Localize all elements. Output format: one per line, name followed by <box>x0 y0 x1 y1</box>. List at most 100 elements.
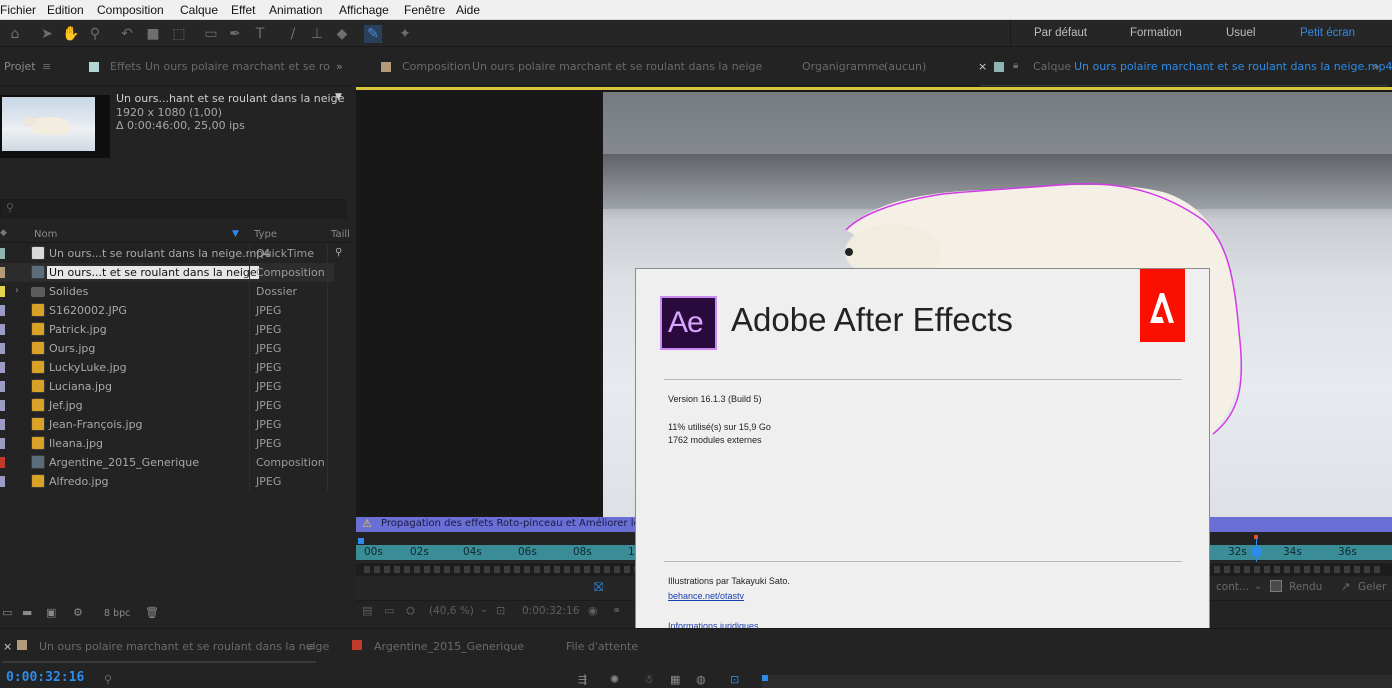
chevron-down-icon[interactable]: ⌄ <box>480 604 488 615</box>
behance-link[interactable]: behance.net/otastv <box>668 591 744 601</box>
close-icon[interactable]: × <box>978 60 987 73</box>
tab-timeline-argentine[interactable]: Argentine_2015_Generique <box>374 640 524 653</box>
mask-icon[interactable]: ⛭ <box>406 604 415 618</box>
workspace-training[interactable]: Formation <box>1130 27 1182 39</box>
project-item[interactable]: Un ours...t et se roulant dans la neige C… <box>0 263 334 282</box>
always-preview-icon[interactable]: ▤ <box>362 604 372 617</box>
panel-menu-icon[interactable]: ≡ <box>306 640 315 653</box>
project-item[interactable]: Luciana.jpg JPEG <box>0 377 334 396</box>
label-color-swatch[interactable] <box>0 248 5 259</box>
graph-editor-icon[interactable]: ⊡ <box>730 673 739 686</box>
monitor-icon[interactable]: ▭ <box>384 604 394 617</box>
chevron-down-icon[interactable]: ⌄ <box>1254 581 1262 592</box>
eraser-tool-icon[interactable]: ◆ <box>333 25 351 43</box>
region-of-interest-icon[interactable]: ⊡ <box>496 604 505 617</box>
menu-fenetre[interactable]: Fenêtre <box>404 3 445 17</box>
menu-fichier[interactable]: Fichier <box>0 3 36 17</box>
menu-calque[interactable]: Calque <box>180 3 218 17</box>
project-item[interactable]: Patrick.jpg JPEG <box>0 320 334 339</box>
search-icon[interactable]: ⚲ <box>104 673 112 686</box>
rotate-tool-icon[interactable]: ↶ <box>118 25 136 43</box>
pen-tool-icon[interactable]: ✒ <box>226 25 244 43</box>
menu-edition[interactable]: Edition <box>47 3 84 17</box>
menu-composition[interactable]: Composition <box>97 3 164 17</box>
home-icon[interactable]: ⌂ <box>6 25 24 43</box>
project-settings-icon[interactable]: ⚙ <box>73 606 83 619</box>
new-composition-icon[interactable]: ▣ <box>46 606 56 619</box>
bpc-button[interactable]: 8 bpc <box>104 608 130 619</box>
label-color-swatch[interactable] <box>0 476 5 487</box>
flowchart-icon[interactable]: ⚲ <box>335 247 342 258</box>
zoom-tool-icon[interactable]: ⚲ <box>86 25 104 43</box>
puppet-tool-icon[interactable]: ✦ <box>396 25 414 43</box>
label-color-swatch[interactable] <box>0 419 5 430</box>
rectangle-tool-icon[interactable]: ▭ <box>202 25 220 43</box>
trash-icon[interactable]: 🗑︎ <box>145 606 159 619</box>
column-type-header[interactable]: Type <box>254 229 277 240</box>
freeze-button[interactable]: Geler <box>1358 581 1386 593</box>
motion-blur-icon[interactable]: ◍ <box>696 673 706 686</box>
search-input[interactable]: ⚲ <box>0 199 346 218</box>
in-point-marker[interactable] <box>358 538 364 544</box>
tab-project[interactable]: Projet <box>4 60 36 73</box>
tab-composition[interactable]: Composition <box>402 60 471 73</box>
draft-3d-icon[interactable]: ✺ <box>610 673 619 686</box>
edge-contour-dropdown[interactable]: cont... <box>1216 581 1249 593</box>
camera-snapshot-icon[interactable]: ◉ <box>588 604 598 617</box>
project-item[interactable]: Argentine_2015_Generique Composition <box>0 453 334 472</box>
brush-tool-icon[interactable]: / <box>284 25 302 43</box>
label-color-swatch[interactable] <box>0 324 5 335</box>
menu-aide[interactable]: Aide <box>456 3 480 17</box>
project-item[interactable]: Jean-François.jpg JPEG <box>0 415 334 434</box>
workspace-small-screen[interactable]: Petit écran <box>1300 27 1355 39</box>
freeze-icon[interactable]: ↗ <box>1341 580 1350 593</box>
tabs-overflow-icon[interactable]: » <box>1373 60 1380 73</box>
project-item[interactable]: Ours.jpg JPEG <box>0 339 334 358</box>
tab-layer[interactable]: Calque <box>1033 60 1071 73</box>
column-size-header[interactable]: Taill <box>331 229 350 240</box>
show-channel-icon[interactable]: ⚭ <box>612 604 621 617</box>
project-item[interactable]: Alfredo.jpg JPEG <box>0 472 334 491</box>
column-name-header[interactable]: Nom <box>34 229 57 240</box>
camera-tool-icon[interactable]: ■ <box>144 25 162 43</box>
preview-dropdown-icon[interactable]: ▼ <box>335 92 342 102</box>
label-color-swatch[interactable] <box>0 286 5 297</box>
roto-brush-tool-icon[interactable]: ✎ <box>364 25 382 43</box>
sort-arrow-icon[interactable]: ▼ <box>232 229 239 239</box>
tab-flowchart[interactable]: Organigramme <box>802 60 885 73</box>
project-item[interactable]: Un ours...t se roulant dans la neige.mp4… <box>0 244 334 263</box>
new-folder-icon[interactable]: ▬ <box>22 606 32 619</box>
selection-tool-icon[interactable]: ➤ <box>38 25 56 43</box>
label-column-icon[interactable]: ◆ <box>0 228 7 238</box>
hand-tool-icon[interactable]: ✋ <box>62 25 80 43</box>
composition-mini-flowchart-icon[interactable]: ⇶ <box>578 673 587 686</box>
interpret-footage-icon[interactable]: ▭ <box>2 606 12 619</box>
label-color-swatch[interactable] <box>0 381 5 392</box>
stamp-tool-icon[interactable]: ⊥ <box>308 25 326 43</box>
workspace-default[interactable]: Par défaut <box>1034 27 1087 39</box>
frame-blending-icon[interactable]: ▦ <box>670 673 680 686</box>
project-item[interactable]: S1620002.JPG JPEG <box>0 301 334 320</box>
pan-behind-tool-icon[interactable]: ⬚ <box>170 25 188 43</box>
viewer-timecode[interactable]: 0:00:32:16 <box>522 605 579 617</box>
label-color-swatch[interactable] <box>0 362 5 373</box>
tab-render-queue[interactable]: File d'attente <box>566 640 638 653</box>
lock-icon[interactable]: 🔒︎ <box>1013 60 1018 71</box>
label-color-swatch[interactable] <box>0 457 5 468</box>
label-color-swatch[interactable] <box>0 343 5 354</box>
roto-propagate-icon[interactable]: ⛝ <box>594 580 603 595</box>
menu-affichage[interactable]: Affichage <box>339 3 389 17</box>
work-area-start[interactable] <box>762 675 768 681</box>
panel-menu-icon[interactable]: ≡ <box>42 60 51 73</box>
tabs-overflow-icon[interactable]: » <box>336 60 343 73</box>
project-item[interactable]: Jef.jpg JPEG <box>0 396 334 415</box>
zoom-dropdown[interactable]: (40,6 %) <box>429 605 474 617</box>
close-icon[interactable]: × <box>3 640 12 653</box>
label-color-swatch[interactable] <box>0 305 5 316</box>
tab-effects[interactable]: Effets <box>110 60 141 73</box>
menu-animation[interactable]: Animation <box>269 3 322 17</box>
label-color-swatch[interactable] <box>0 400 5 411</box>
shy-icon[interactable]: ☃ <box>644 673 654 686</box>
project-item[interactable]: › Solides Dossier <box>0 282 334 301</box>
render-checkbox[interactable] <box>1270 580 1282 592</box>
